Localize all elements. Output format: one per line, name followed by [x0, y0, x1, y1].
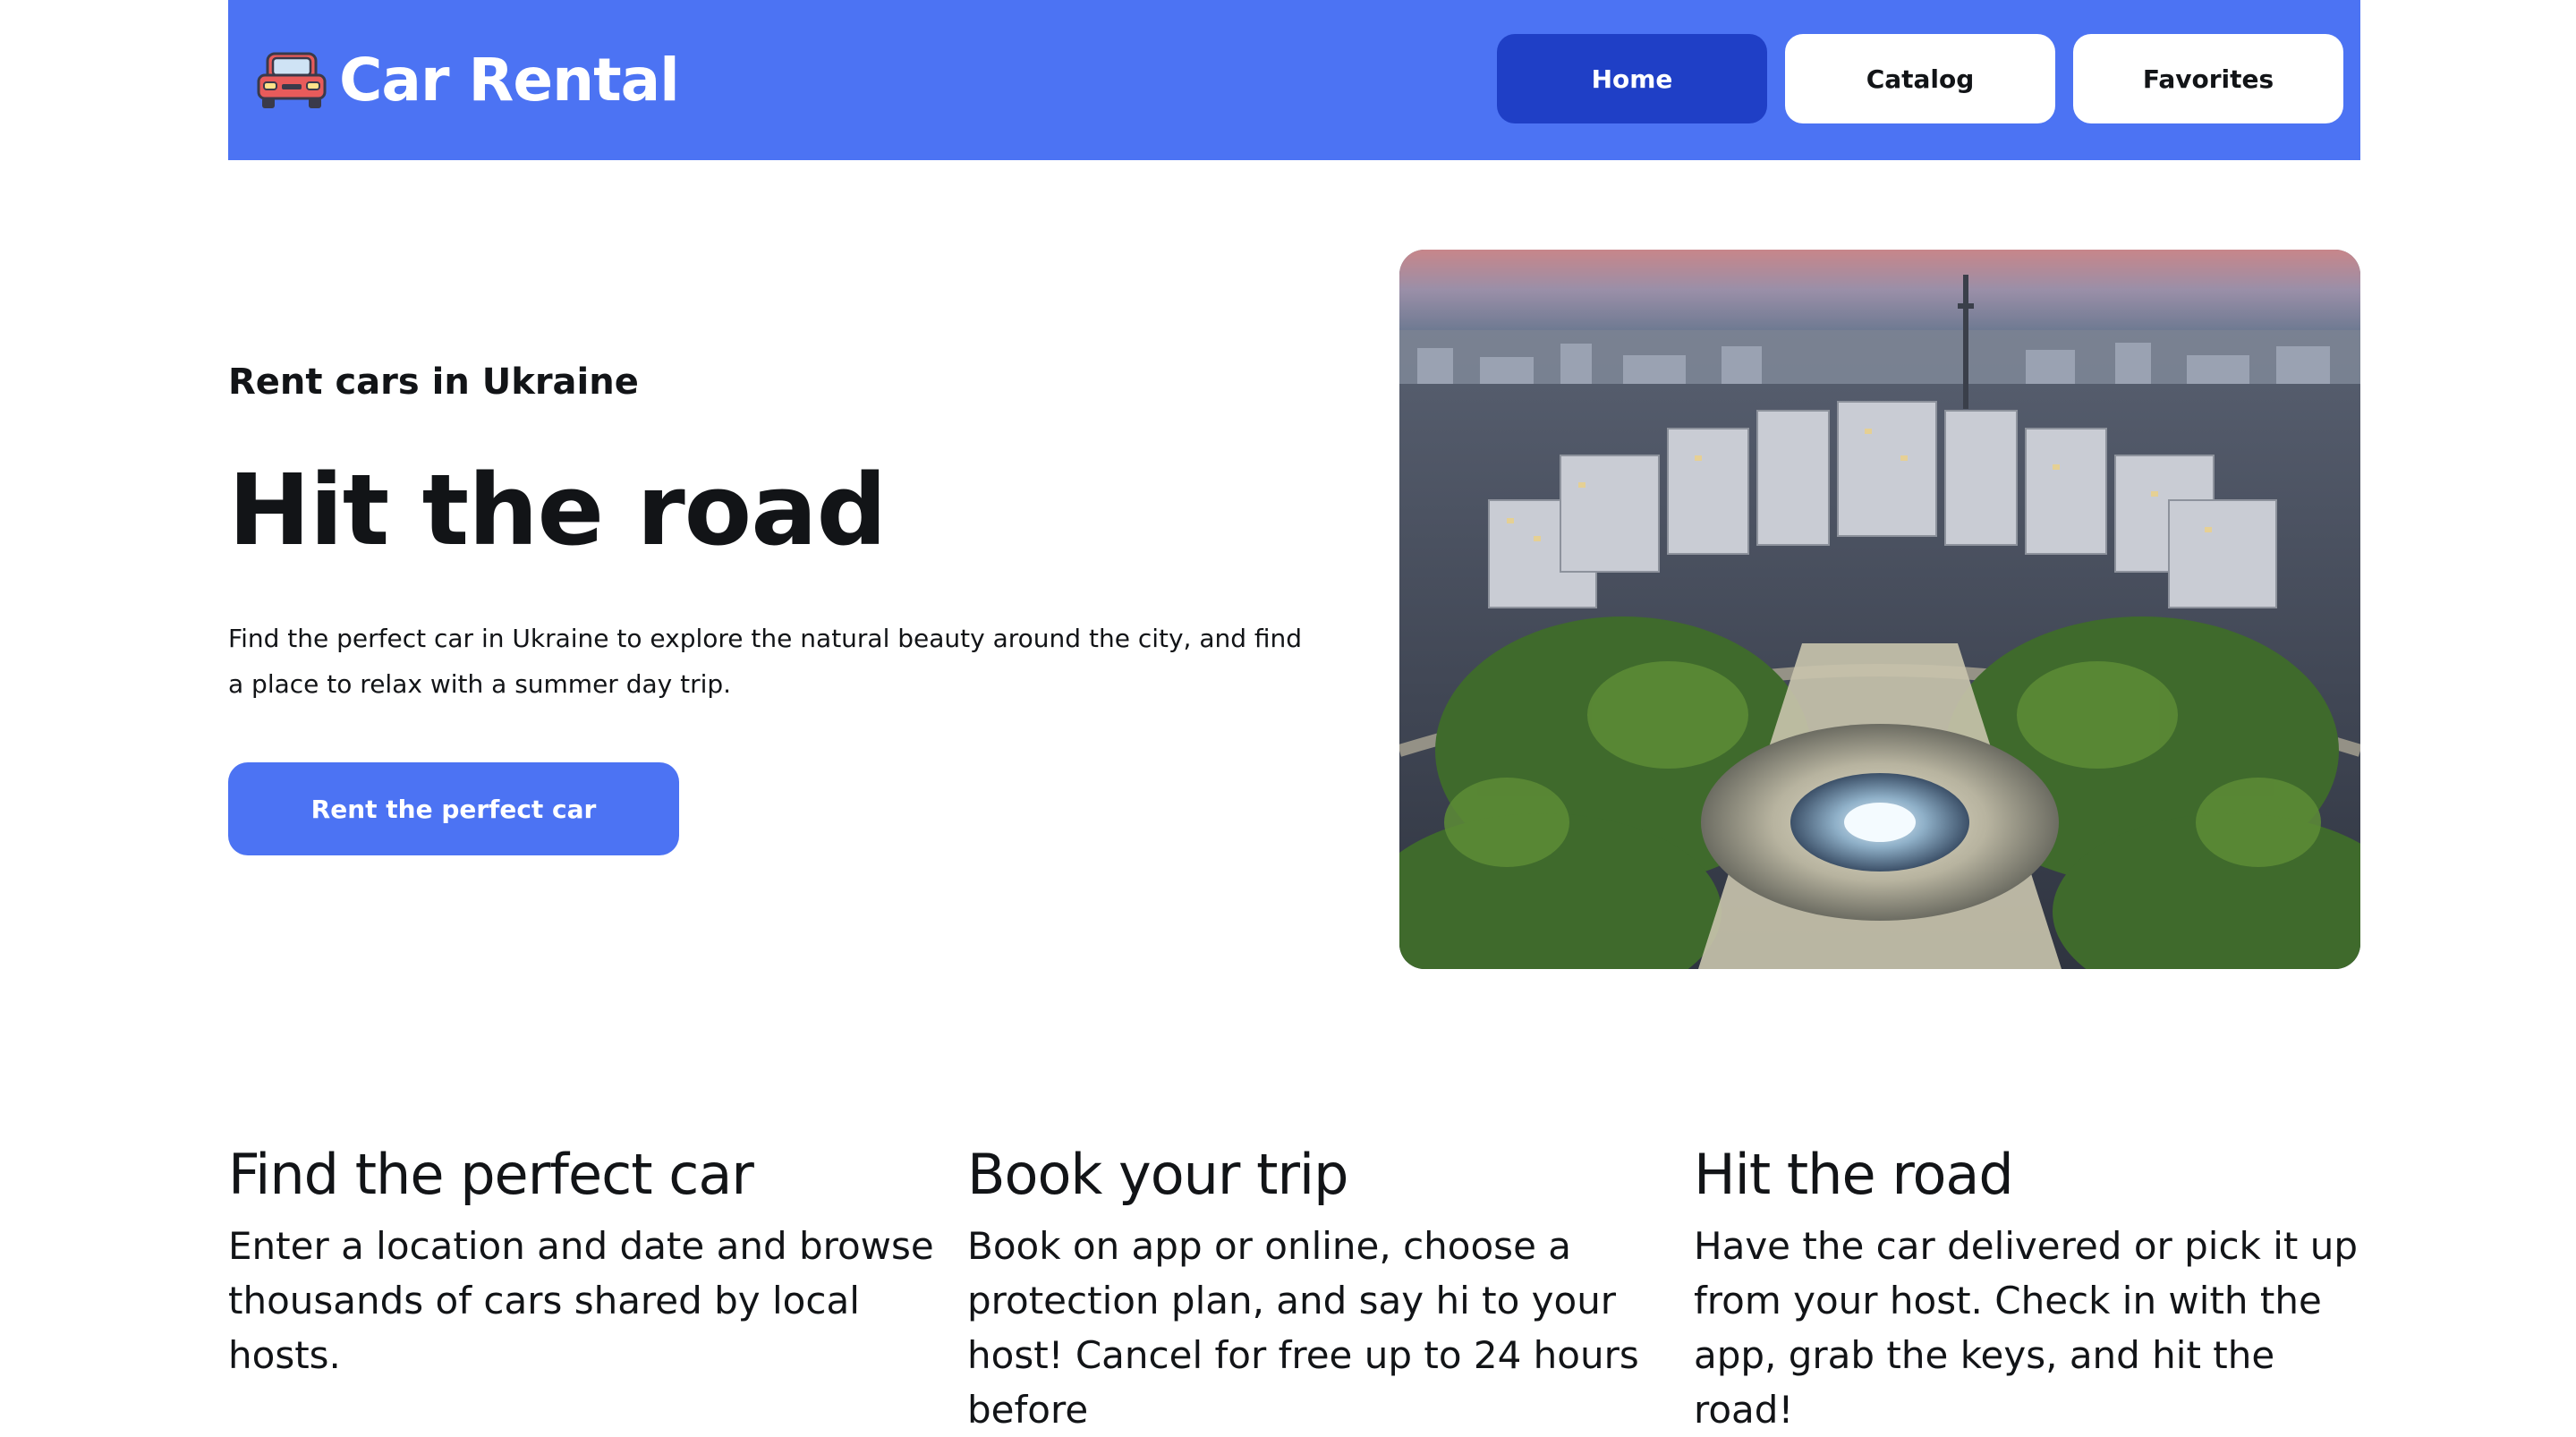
hero-title: Hit the road — [228, 453, 887, 567]
feature-title: Hit the road — [1694, 1142, 2014, 1207]
hero-city-image — [1399, 250, 2360, 969]
feature-title: Find the perfect car — [228, 1142, 754, 1207]
feature-title: Book your trip — [967, 1142, 1349, 1207]
logo[interactable]: Car Rental — [255, 43, 680, 118]
site-header: Car Rental Home Catalog Favorites — [228, 0, 2360, 160]
hero-description: Find the perfect car in Ukraine to explo… — [228, 624, 1303, 699]
rent-car-button[interactable]: Rent the perfect car — [228, 762, 679, 855]
logo-text: Car Rental — [339, 46, 680, 115]
nav-home-button[interactable]: Home — [1497, 34, 1767, 123]
nav-catalog-button[interactable]: Catalog — [1785, 34, 2055, 123]
feature-text: Have the car delivered or pick it up fro… — [1694, 1224, 2358, 1433]
feature-card: Hit the road Have the car delivered or p… — [1694, 1142, 2360, 1437]
feature-text: Enter a location and date and browse tho… — [228, 1224, 934, 1378]
city-aerial-illustration — [1399, 250, 2360, 969]
page-container: Car Rental Home Catalog Favorites Rent c… — [228, 0, 2360, 1432]
feature-text: Book on app or online, choose a protecti… — [967, 1224, 1639, 1433]
nav-favorites-button[interactable]: Favorites — [2073, 34, 2343, 123]
car-icon — [257, 52, 327, 108]
feature-card: Find the perfect car Enter a location an… — [228, 1142, 935, 1382]
feature-card: Book your trip Book on app or online, ch… — [967, 1142, 1674, 1437]
hero-subtitle: Rent cars in Ukraine — [228, 361, 639, 403]
